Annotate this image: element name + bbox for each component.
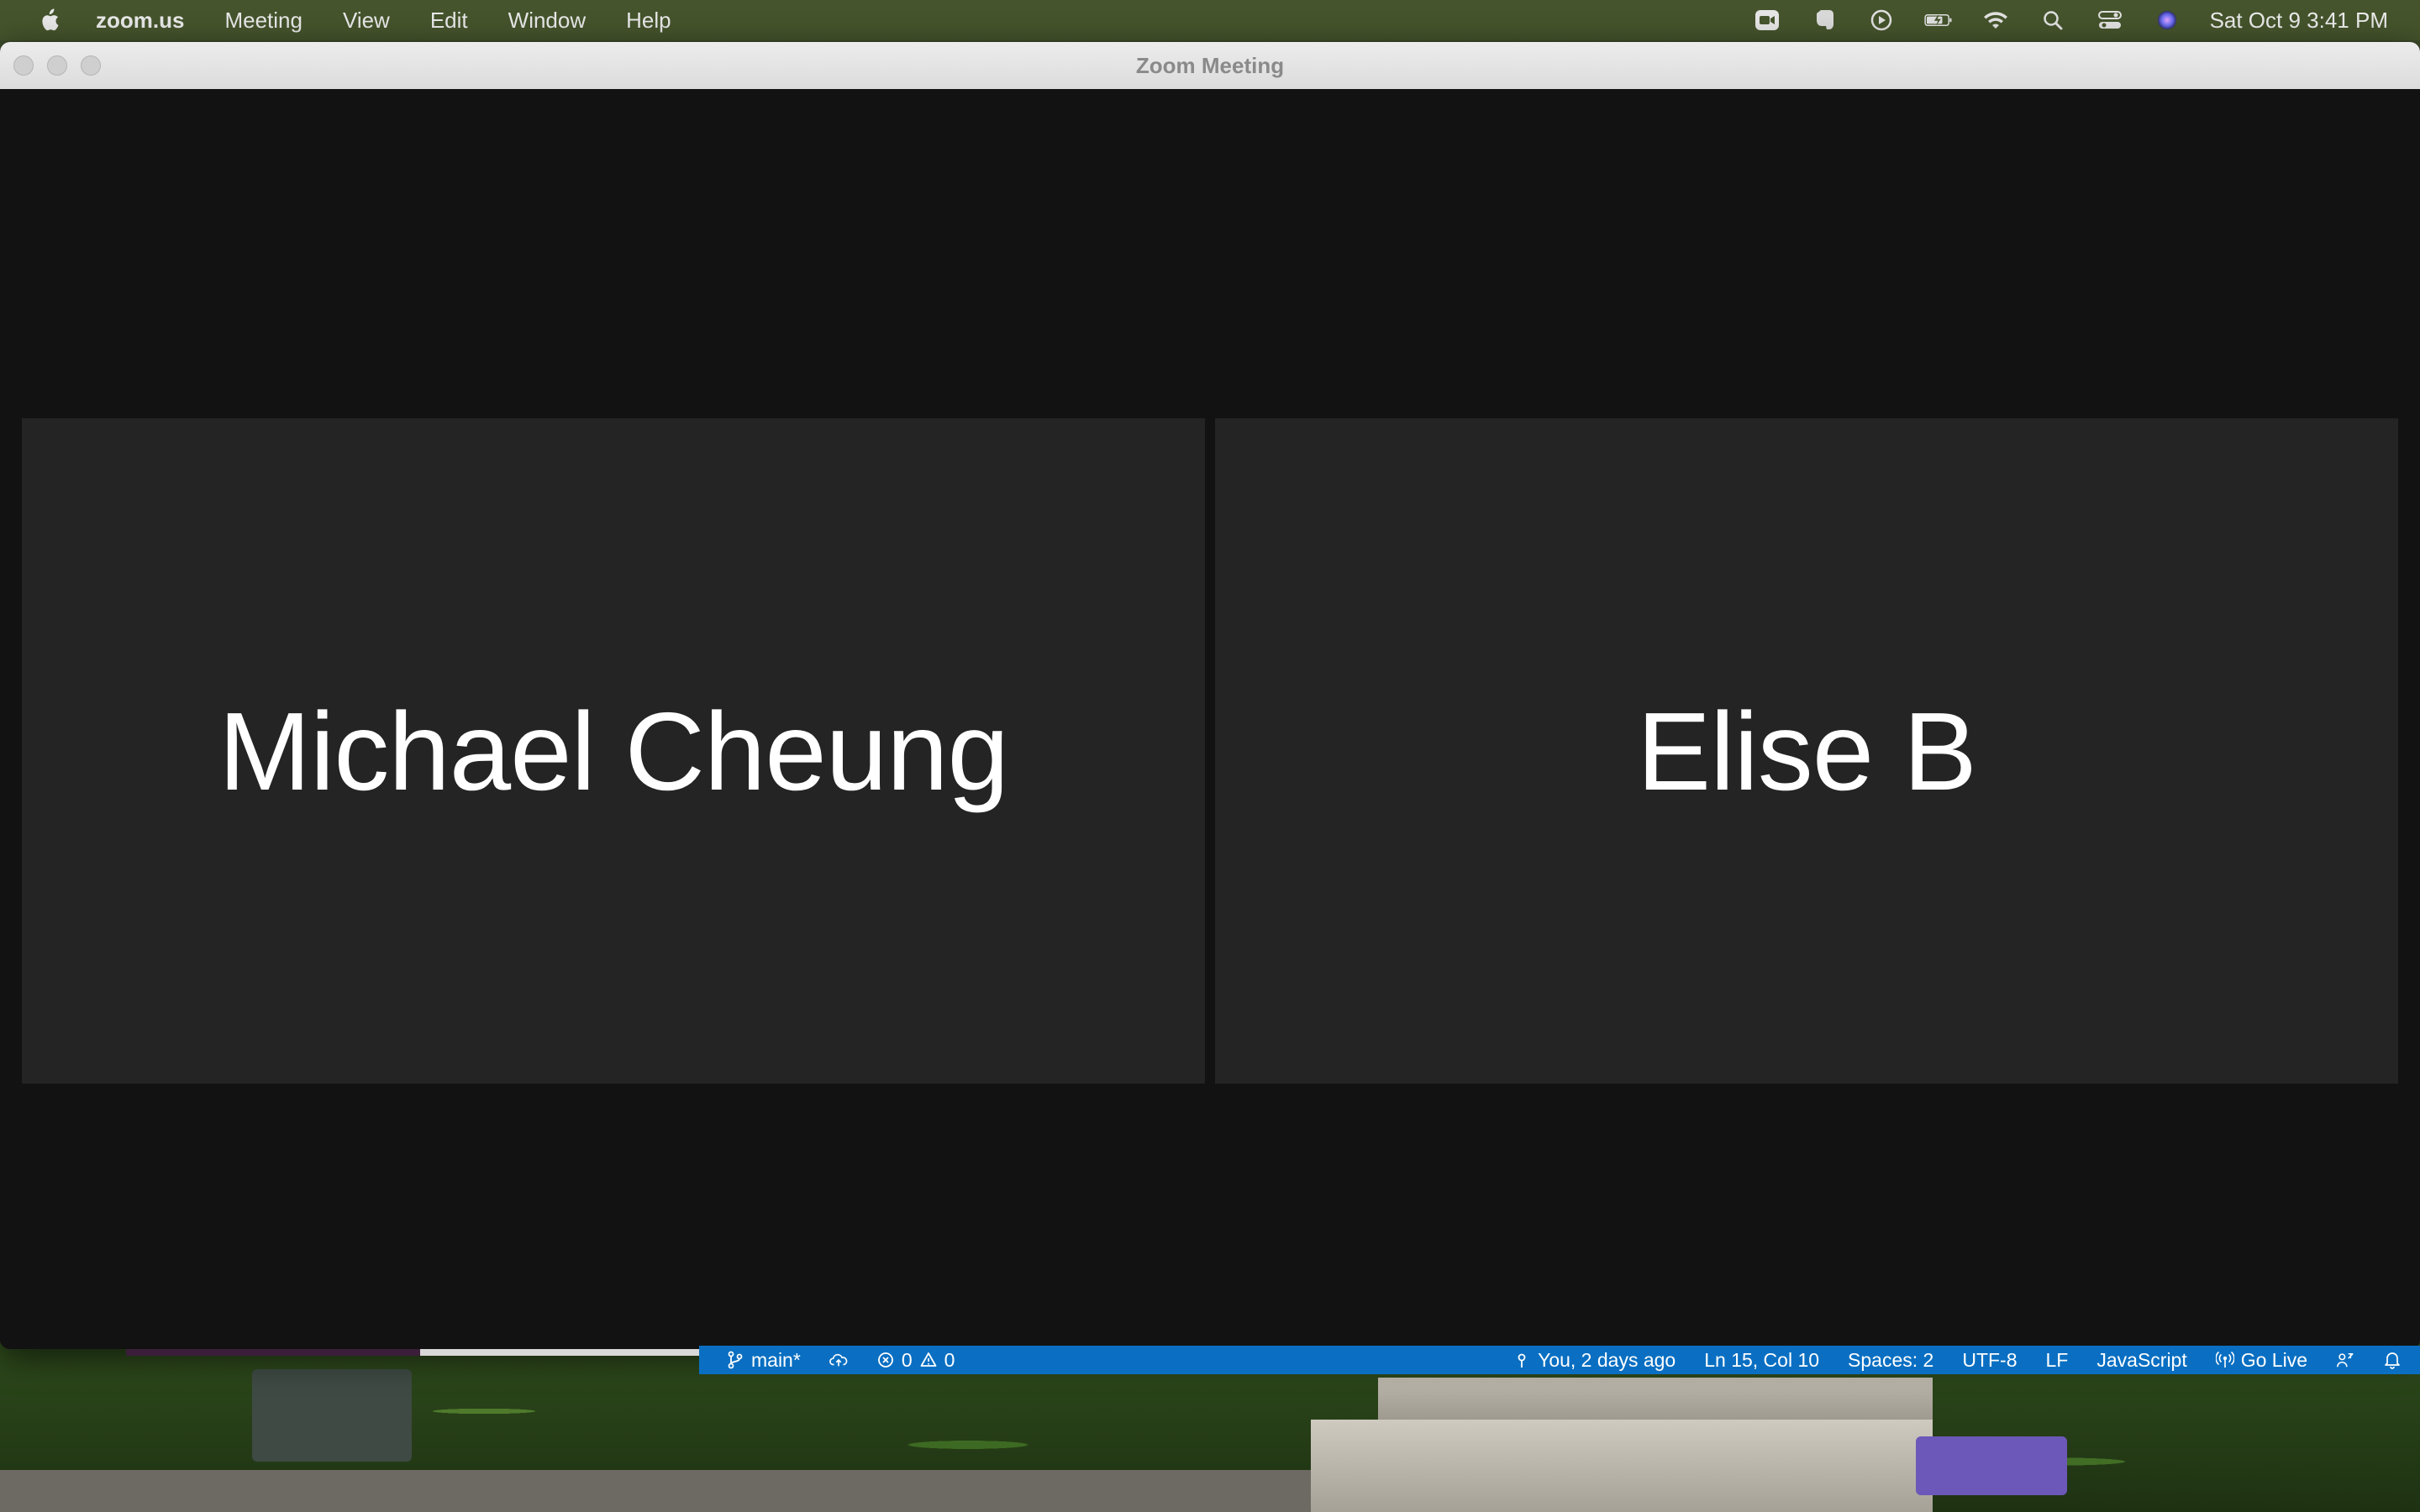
participant-name: Michael Cheung: [218, 689, 1009, 813]
purple-planter: [1916, 1436, 2067, 1495]
zoom-tray-icon[interactable]: [1753, 8, 1781, 33]
line-ending-status[interactable]: LF: [2046, 1349, 2069, 1372]
git-blame-label: You, 2 days ago: [1538, 1348, 1676, 1371]
battery-icon[interactable]: [1923, 8, 1953, 33]
participant-tile[interactable]: Elise B: [1215, 418, 2398, 1084]
menu-bar: zoom.us Meeting View Edit Window Help Sa…: [0, 0, 2420, 40]
commit-icon: [1512, 1351, 1531, 1369]
vscode-status-bar: main* 0 0 You, 2 days ago Ln 15, Col 10 …: [699, 1346, 2420, 1374]
go-live-status[interactable]: Go Live: [2215, 1348, 2307, 1372]
play-icon[interactable]: [1867, 8, 1896, 33]
sidewalk: [0, 1470, 1311, 1512]
control-center-icon[interactable]: [2096, 8, 2124, 33]
sync-status[interactable]: [829, 1351, 848, 1369]
menu-view[interactable]: View: [323, 8, 410, 34]
notifications-status[interactable]: [2383, 1351, 2402, 1369]
git-branch-label: main*: [751, 1348, 801, 1371]
cursor-position-status[interactable]: Ln 15, Col 10: [1704, 1349, 1819, 1372]
warning-count: 0: [944, 1348, 955, 1371]
go-live-label: Go Live: [2240, 1348, 2307, 1371]
error-icon: [876, 1351, 895, 1369]
encoding-status[interactable]: UTF-8: [1962, 1349, 2017, 1372]
broadcast-icon: [2215, 1351, 2234, 1369]
git-blame-status[interactable]: You, 2 days ago: [1512, 1349, 1676, 1372]
menu-edit[interactable]: Edit: [410, 8, 488, 34]
app-menu-zoom[interactable]: zoom.us: [96, 8, 204, 34]
window-title: Zoom Meeting: [1135, 53, 1285, 78]
problems-status[interactable]: 0 0: [876, 1349, 955, 1372]
zoom-meeting-window: Zoom Meeting Michael Cheung Elise B: [0, 42, 2420, 1349]
git-branch-status[interactable]: main*: [726, 1349, 801, 1372]
bell-icon: [2383, 1351, 2402, 1369]
participant-tile[interactable]: Michael Cheung: [22, 418, 1205, 1084]
indentation-status[interactable]: Spaces: 2: [1848, 1349, 1933, 1372]
meeting-gallery: Michael Cheung Elise B: [0, 89, 2420, 1349]
siri-icon[interactable]: [2153, 8, 2181, 33]
menu-meeting[interactable]: Meeting: [204, 8, 323, 34]
planter: [252, 1369, 412, 1462]
spotlight-search-icon[interactable]: [2039, 8, 2067, 33]
menu-help[interactable]: Help: [606, 8, 691, 34]
error-count: 0: [901, 1348, 913, 1371]
warning-icon: [919, 1351, 938, 1369]
window-title-bar[interactable]: Zoom Meeting: [0, 42, 2420, 90]
evernote-icon[interactable]: [1810, 8, 1839, 33]
live-share-status[interactable]: [2336, 1351, 2354, 1369]
menu-bar-clock[interactable]: Sat Oct 9 3:41 PM: [2210, 8, 2388, 34]
cloud-upload-icon: [829, 1351, 848, 1369]
language-mode-status[interactable]: JavaScript: [2096, 1349, 2186, 1372]
background-window-edge: [126, 1349, 420, 1356]
git-branch-icon: [726, 1351, 744, 1369]
stone-step-lower: [1311, 1420, 1933, 1512]
background-window-edge: [420, 1349, 699, 1356]
wifi-icon[interactable]: [1981, 8, 2010, 33]
person-feedback-icon: [2336, 1351, 2354, 1369]
menu-window[interactable]: Window: [488, 8, 606, 34]
apple-menu-icon[interactable]: [34, 5, 64, 35]
participant-name: Elise B: [1637, 689, 1977, 813]
